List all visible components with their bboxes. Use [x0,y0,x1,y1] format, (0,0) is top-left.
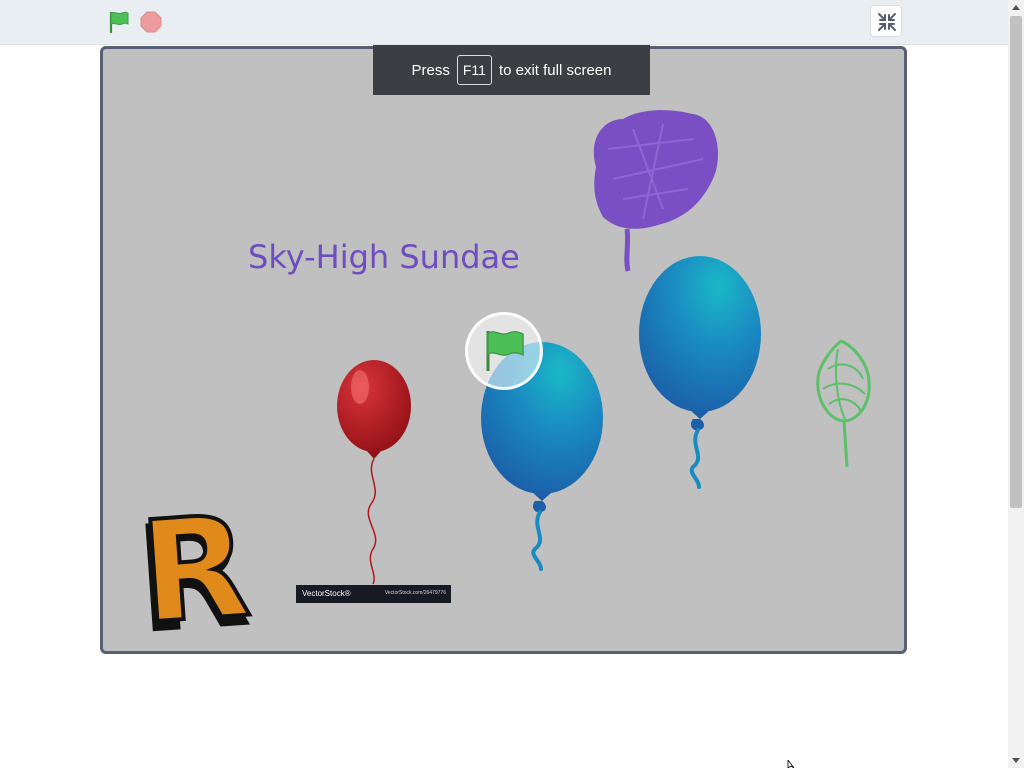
svg-text:R: R [136,486,255,651]
green-flag-button[interactable] [106,9,132,35]
scroll-up-arrow-icon[interactable] [1008,0,1024,16]
exit-fullscreen-button[interactable] [870,5,902,37]
mouse-cursor-icon [787,760,795,768]
notice-suffix: to exit full screen [498,61,612,79]
green-tree-sprite [816,339,871,468]
page-scrollbar[interactable] [1008,0,1024,768]
green-flag-icon [109,11,129,33]
green-flag-start-overlay[interactable] [465,312,543,390]
purple-cloud-sprite [593,110,719,272]
letter-r-sprite: R R [130,484,257,651]
watermark-brand: VectorStock® [302,589,351,598]
blue-balloon-sprite-2 [639,256,761,489]
scrollbar-thumb[interactable] [1010,16,1022,508]
collapse-fullscreen-icon [878,13,896,31]
project-title-text: Sky-High Sundae [248,238,520,276]
scroll-down-arrow-icon[interactable] [1008,752,1024,768]
stop-button[interactable] [139,10,163,34]
player-controls-bar [0,0,1008,45]
watermark-id: VectorStock.com/26479776 [384,590,446,596]
f11-key-label: F11 [456,55,492,85]
stop-sign-icon [140,11,162,33]
green-flag-icon [486,330,524,371]
fullscreen-exit-notice: Press F11 to exit full screen [373,45,650,95]
notice-prefix: Press [411,61,450,79]
red-balloon-sprite [337,360,411,585]
vectorstock-watermark: VectorStock® VectorStock.com/26479776 [296,585,451,603]
